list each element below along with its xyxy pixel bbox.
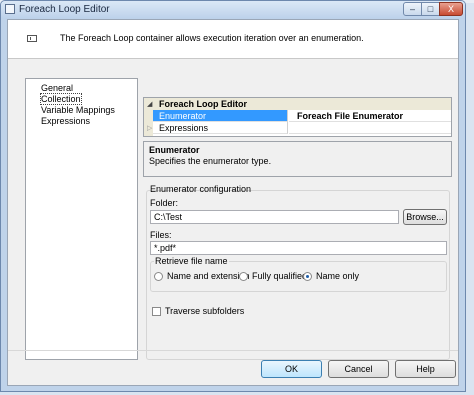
header-panel: The Foreach Loop container allows execut… (8, 20, 458, 59)
files-input[interactable] (150, 241, 447, 255)
radio-name-and-extension[interactable] (154, 272, 163, 281)
property-grid: ◢ Foreach Loop Editor Enumerator Foreach… (143, 97, 452, 137)
window-title: Foreach Loop Editor (19, 4, 110, 15)
nav-item-variable-mappings[interactable]: Variable Mappings (41, 105, 115, 115)
maximize-button[interactable]: □ (421, 2, 440, 16)
radio-fully-qualified[interactable] (239, 272, 248, 281)
page-navigation-list: General Collection Variable Mappings Exp… (25, 78, 138, 360)
description-title: Enumerator (149, 145, 200, 155)
property-description-panel: Enumerator Specifies the enumerator type… (143, 141, 452, 177)
grid-row-expressions[interactable]: Expressions (153, 122, 451, 134)
collapse-arrow-icon[interactable]: ◢ (147, 100, 152, 108)
help-button[interactable]: Help (395, 360, 456, 378)
window-icon (5, 4, 15, 14)
traverse-subfolders-label[interactable]: Traverse subfolders (165, 306, 244, 316)
nav-item-expressions[interactable]: Expressions (41, 116, 90, 126)
folder-label: Folder: (150, 198, 179, 208)
nav-item-collection[interactable]: Collection (40, 93, 82, 105)
dialog-client-area: The Foreach Loop container allows execut… (7, 19, 459, 386)
description-text: Specifies the enumerator type. (149, 156, 272, 166)
radio-label-name-and-extension[interactable]: Name and extension (167, 271, 250, 281)
nav-item-general[interactable]: General (41, 83, 73, 93)
config-title: Enumerator configuration (150, 184, 252, 194)
radio-label-fully-qualified[interactable]: Fully qualified (252, 271, 307, 281)
enumerator-configuration-panel: Enumerator configuration Folder: Browse.… (143, 179, 452, 369)
grid-row-enumerator[interactable]: Enumerator Foreach File Enumerator (153, 110, 451, 122)
files-label: Files: (150, 230, 172, 240)
traverse-subfolders-checkbox[interactable] (152, 307, 161, 316)
radio-label-name-only[interactable]: Name only (316, 271, 359, 281)
expand-arrow-icon[interactable]: ▷ (147, 124, 152, 132)
ok-button[interactable]: OK (261, 360, 322, 378)
cancel-button[interactable]: Cancel (328, 360, 389, 378)
header-description: The Foreach Loop container allows execut… (60, 33, 364, 43)
close-button[interactable]: X (439, 2, 463, 16)
title-bar[interactable]: Foreach Loop Editor – □ X (1, 1, 465, 19)
property-name: Expressions (153, 122, 288, 134)
minimize-button[interactable]: – (403, 2, 422, 16)
radio-name-only[interactable] (303, 272, 312, 281)
grid-category-title: Foreach Loop Editor (159, 99, 248, 109)
folder-input[interactable] (150, 210, 399, 224)
property-value[interactable] (289, 122, 451, 134)
browse-button[interactable]: Browse... (403, 209, 447, 225)
retrieve-file-name-title: Retrieve file name (154, 256, 229, 266)
property-name: Enumerator (153, 110, 288, 122)
grid-category-row[interactable]: ◢ Foreach Loop Editor (144, 98, 451, 110)
footer-separator (8, 350, 458, 351)
foreach-loop-icon (27, 35, 37, 42)
foreach-loop-editor-window: Foreach Loop Editor – □ X The Foreach Lo… (0, 0, 466, 392)
property-value[interactable]: Foreach File Enumerator (289, 110, 451, 122)
